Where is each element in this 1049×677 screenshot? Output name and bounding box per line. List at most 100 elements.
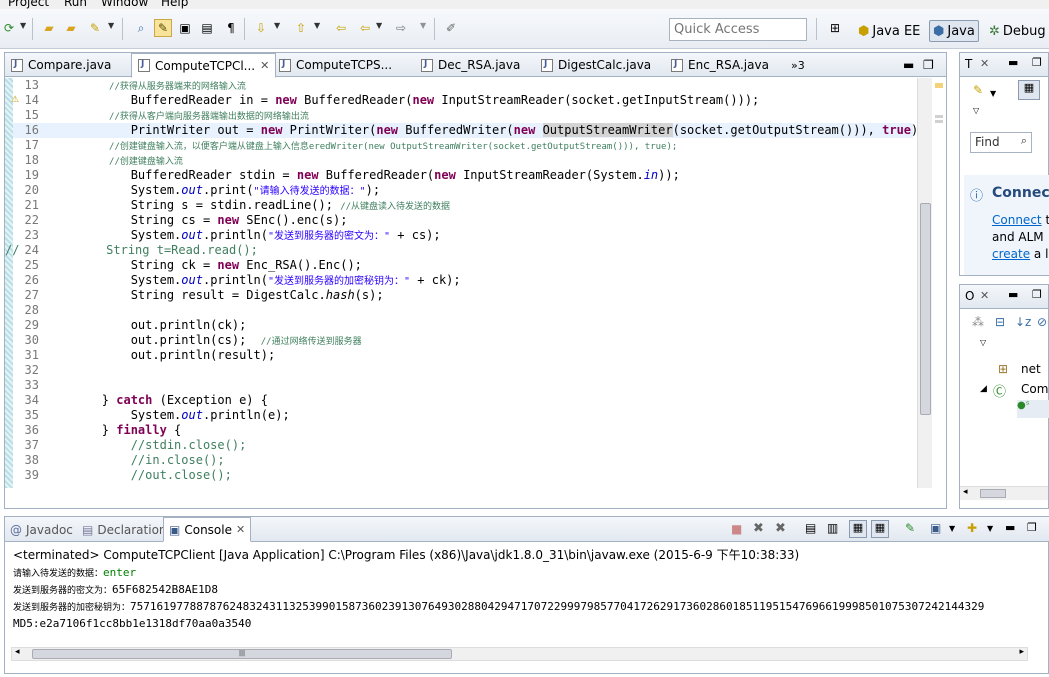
refresh-icon[interactable]: ⟳: [0, 19, 18, 37]
code-line[interactable]: 37 //stdin.close();: [13, 438, 913, 453]
scroll-left-icon[interactable]: ◂: [15, 647, 20, 657]
refresh-dropdown-icon[interactable]: ▼: [20, 21, 26, 30]
code-line[interactable]: 14 BufferedReader in = new BufferedReade…: [13, 93, 913, 108]
open-folder-icon[interactable]: ▰: [40, 19, 58, 37]
code-line[interactable]: 24// String t=Read.read();: [5, 243, 913, 258]
scrollbar-thumb[interactable]: |||: [32, 649, 452, 659]
code-line[interactable]: 16 PrintWriter out = new PrintWriter(new…: [13, 123, 925, 138]
new-task-icon[interactable]: ✎: [973, 83, 983, 97]
clear-console-icon[interactable]: ▤: [805, 521, 816, 535]
tab-task-list[interactable]: T: [965, 57, 972, 71]
code-line[interactable]: 21 String s = stdin.readLine(); //从键盘读入待…: [13, 198, 913, 213]
close-icon[interactable]: ✕: [980, 57, 989, 70]
view-menu-icon[interactable]: ▽: [980, 338, 986, 347]
collapse-all-icon[interactable]: ⊟: [995, 315, 1005, 329]
find-input[interactable]: Find ⌕: [970, 132, 1032, 153]
minimize-icon[interactable]: ▬: [1008, 288, 1018, 301]
code-line[interactable]: 13 //获得从服务器端来的网络输入流: [13, 78, 913, 93]
toggle-block-icon[interactable]: ▣: [176, 19, 194, 37]
close-icon[interactable]: ✕: [236, 523, 245, 536]
minimize-icon[interactable]: ▬: [1008, 56, 1018, 69]
pin-editor-icon[interactable]: ✐: [442, 19, 460, 37]
warning-icon[interactable]: ⚠: [11, 95, 19, 105]
occurrence-marker[interactable]: [935, 120, 943, 123]
code-line[interactable]: 26 System.out.println("发送到服务器的加密秘钥为：" + …: [13, 273, 913, 288]
display-console-dropdown-icon[interactable]: ▼: [949, 524, 955, 533]
code-area[interactable]: 13 //获得从服务器端来的网络输入流 14 BufferedReader in …: [5, 78, 946, 508]
quick-access-input[interactable]: [669, 18, 807, 41]
code-line[interactable]: 30 out.println(cs); //通过网络传送到服务器: [13, 333, 913, 348]
code-line[interactable]: 36 } finally {: [13, 423, 913, 438]
menu-window[interactable]: Window: [101, 0, 148, 9]
maximize-icon[interactable]: ❐: [1032, 288, 1042, 301]
tab-console[interactable]: ▣ Console ✕: [163, 517, 252, 542]
code-line[interactable]: 17 //创建键盘输入流，以便客户端从键盘上输入信息eredWriter(new…: [13, 138, 913, 153]
create-link[interactable]: create: [992, 247, 1030, 261]
open-console-dropdown-icon[interactable]: ▼: [987, 524, 993, 533]
categorized-icon[interactable]: ▦: [1018, 80, 1040, 100]
menu-run[interactable]: Run: [64, 0, 87, 9]
editor-vertical-scrollbar[interactable]: [917, 78, 932, 488]
tab-declaration[interactable]: ▤ Declaration: [77, 517, 172, 542]
code-line[interactable]: 23 System.out.println("发送到服务器的密文为：" + cs…: [13, 228, 913, 243]
scrollbar-thumb[interactable]: [920, 203, 931, 415]
code-line[interactable]: 19 BufferedReader stdin = new BufferedRe…: [13, 168, 913, 183]
code-line[interactable]: 31 out.println(result);: [13, 348, 913, 363]
forward-icon[interactable]: ⇨: [392, 19, 410, 37]
method-icon[interactable]: ●ˢ: [1017, 400, 1049, 418]
connect-link[interactable]: Connect: [992, 213, 1042, 227]
outline-horizontal-scrollbar[interactable]: ◂: [960, 486, 1048, 500]
forward-dropdown-icon[interactable]: ▼: [420, 21, 426, 30]
console-output[interactable]: 请输入待发送的数据：enter 发送到服务器的密文为：65F682542B8AE…: [13, 565, 1041, 645]
overview-ruler[interactable]: [932, 78, 946, 488]
occurrence-marker[interactable]: [935, 115, 943, 118]
code-line[interactable]: 38 //in.close();: [13, 453, 913, 468]
tab-javadoc[interactable]: @ Javadoc: [5, 517, 78, 542]
tab-enc-rsa[interactable]: Enc_RSA.java: [665, 53, 775, 77]
wand-dropdown-icon[interactable]: ▼: [108, 21, 114, 30]
console-horizontal-scrollbar[interactable]: ◂ ||| ▸: [11, 647, 1028, 661]
code-line[interactable]: 28: [13, 303, 913, 318]
code-line[interactable]: 27 String result = DigestCalc.hash(s);: [13, 288, 913, 303]
code-line[interactable]: 32: [13, 363, 913, 378]
highlight-occurrences-icon[interactable]: ✎: [154, 19, 172, 37]
code-line[interactable]: 22 String cs = new SEnc().enc(s);: [13, 213, 913, 228]
tab-outline[interactable]: O: [965, 289, 974, 303]
next-annotation-dropdown-icon[interactable]: ▼: [274, 21, 280, 30]
tab-digestcalc[interactable]: DigestCalc.java: [535, 53, 657, 77]
warning-marker[interactable]: [935, 83, 943, 88]
back-dropdown-icon[interactable]: ▼: [376, 21, 382, 30]
paragraph-icon[interactable]: ¶: [222, 19, 240, 37]
outline-item-class[interactable]: Com: [1021, 382, 1048, 396]
code-line[interactable]: 39 //out.close();: [13, 468, 913, 483]
maximize-editor-button[interactable]: ❐: [923, 53, 934, 77]
next-annotation-icon[interactable]: ⇩: [252, 19, 270, 37]
open-type-icon[interactable]: ▰: [62, 19, 80, 37]
expand-arrow-icon[interactable]: ◢: [980, 384, 987, 394]
show-on-stderr-icon[interactable]: ▦: [871, 520, 889, 538]
minimize-editor-button[interactable]: ▬: [903, 53, 914, 77]
code-line[interactable]: 18 //创建键盘输入流: [13, 153, 913, 168]
remove-launch-icon[interactable]: ✖: [753, 521, 764, 536]
back-icon[interactable]: ⇦: [356, 19, 374, 37]
tab-compare[interactable]: Compare.java: [5, 53, 117, 77]
code-line[interactable]: 35 System.out.println(e);: [13, 408, 913, 423]
open-console-icon[interactable]: ✚: [967, 521, 977, 535]
whitespace-icon[interactable]: ▤: [198, 19, 216, 37]
outline-item-package[interactable]: net: [1021, 362, 1041, 376]
scroll-lock-icon[interactable]: ▥: [827, 521, 838, 535]
display-console-icon[interactable]: ▣: [930, 521, 941, 535]
code-line[interactable]: 25 String ck = new Enc_RSA().Enc();: [13, 258, 913, 273]
perspective-java[interactable]: ⬢ Java: [929, 20, 979, 42]
sort-icon[interactable]: ↓z: [1015, 315, 1031, 329]
hide-static-icon[interactable]: ⊘: [1037, 315, 1047, 329]
new-task-dropdown-icon[interactable]: ▼: [990, 89, 996, 98]
menu-help[interactable]: Help: [161, 0, 188, 9]
close-icon[interactable]: ✕: [980, 289, 989, 302]
scroll-right-icon[interactable]: ▸: [1019, 647, 1024, 657]
scroll-left-icon[interactable]: ◂: [963, 487, 968, 497]
tab-overflow-button[interactable]: »3: [785, 53, 811, 77]
scrollbar-thumb[interactable]: [980, 489, 1006, 498]
code-line[interactable]: 29 out.println(ck);: [13, 318, 913, 333]
code-line[interactable]: 15 //获得从客户端向服务器端输出数据的网络输出流: [13, 108, 913, 123]
